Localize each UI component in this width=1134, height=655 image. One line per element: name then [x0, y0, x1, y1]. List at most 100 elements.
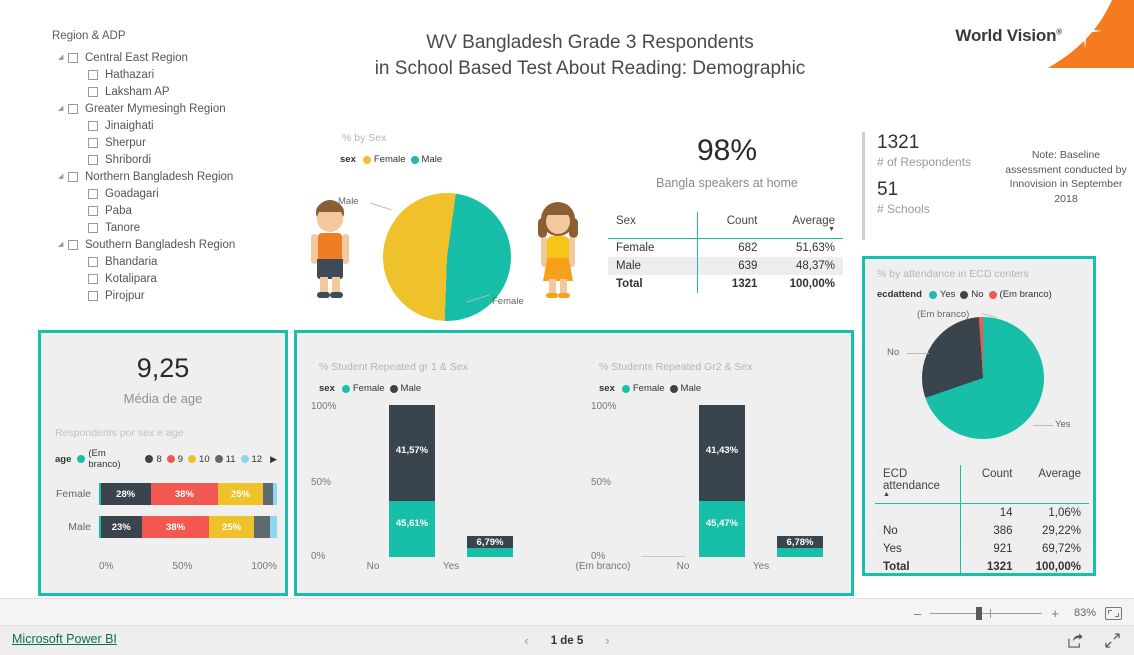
- slicer-checkbox[interactable]: [88, 205, 98, 216]
- slicer-checkbox[interactable]: [88, 273, 98, 284]
- legend-item-yes[interactable]: Yes: [928, 289, 955, 300]
- age-legend-item-10[interactable]: 10: [188, 454, 210, 465]
- fullscreen-icon[interactable]: [1105, 633, 1120, 648]
- age-bar-segment[interactable]: 38%: [141, 516, 210, 538]
- gr1-bar-no[interactable]: 41,57% 45,61%: [389, 405, 435, 557]
- slicer-checkbox[interactable]: [88, 69, 98, 80]
- age-legend-item-12[interactable]: 12: [240, 454, 262, 465]
- slicer-checkbox[interactable]: [68, 52, 78, 63]
- gr2-bar-no-male[interactable]: 41,43%: [699, 405, 745, 502]
- gr1-legend[interactable]: sex Female Male: [319, 383, 421, 394]
- slicer-node-jinaighati[interactable]: Jinaighati: [52, 117, 292, 134]
- zoom-slider-thumb[interactable]: [976, 606, 983, 620]
- slicer-node-sherpur[interactable]: Sherpur: [52, 134, 292, 151]
- age-legend-wrap[interactable]: age (Em branco) 8 9 10 11 12 ▶: [55, 448, 277, 470]
- sex-table-col-sex[interactable]: Sex: [608, 212, 698, 239]
- gr1-bar-yes-male[interactable]: 6,79%: [467, 536, 513, 548]
- legend-item-male[interactable]: Male: [410, 154, 442, 165]
- slicer-checkbox[interactable]: [88, 222, 98, 233]
- sex-table[interactable]: Sex Count Average ▼ Female 682 51,63% Male 6…: [608, 212, 843, 293]
- ecd-table[interactable]: ECD attendance ▲ Count Average 14 1,06% No…: [875, 465, 1089, 576]
- gr1-legend-item-male[interactable]: Male: [389, 383, 421, 394]
- age-bar-row[interactable]: Female 28% 38% 25%: [55, 483, 277, 505]
- prev-page-icon[interactable]: ‹: [524, 633, 528, 648]
- slicer-checkbox[interactable]: [88, 86, 98, 97]
- slicer-node-southern-bangladesh-region[interactable]: ◢ Southern Bangladesh Region: [52, 236, 292, 253]
- age-bar-segment[interactable]: 25%: [209, 516, 254, 538]
- slicer-node-kotalipara[interactable]: Kotalipara: [52, 270, 292, 287]
- slicer-node-northern-bangladesh-region[interactable]: ◢ Northern Bangladesh Region: [52, 168, 292, 185]
- age-bar-segment[interactable]: [273, 483, 277, 505]
- table-row[interactable]: Yes 921 69,72%: [875, 540, 1089, 558]
- gr2-legend[interactable]: sex Female Male: [599, 383, 701, 394]
- slicer-node-bhandaria[interactable]: Bhandaria: [52, 253, 292, 270]
- age-legend-item-11[interactable]: 11: [214, 454, 236, 465]
- zoom-out-button[interactable]: –: [914, 606, 921, 621]
- slicer-node-shribordi[interactable]: Shribordi: [52, 151, 292, 168]
- ecd-table-col-count[interactable]: Count: [960, 465, 1021, 504]
- region-adp-slicer[interactable]: Region & ADP ◢ Central East Region Hathaza…: [52, 30, 292, 304]
- gr1-bar-yes-female[interactable]: [467, 547, 513, 557]
- age-legend-items[interactable]: (Em branco) 8 9 10 11 12: [77, 448, 262, 470]
- age-bar-segment[interactable]: 28%: [100, 483, 151, 505]
- expand-caret-icon[interactable]: ◢: [58, 54, 68, 61]
- share-icon[interactable]: [1068, 633, 1083, 648]
- age-bar-segment[interactable]: 25%: [218, 483, 263, 505]
- slicer-checkbox[interactable]: [68, 103, 78, 114]
- gr2-bar-no[interactable]: 41,43% 45,47%: [699, 405, 745, 557]
- slicer-node-central-east-region[interactable]: ◢ Central East Region: [52, 49, 292, 66]
- fit-to-page-icon[interactable]: [1105, 606, 1122, 620]
- gr2-legend-item-male[interactable]: Male: [669, 383, 701, 394]
- next-page-icon[interactable]: ›: [605, 633, 609, 648]
- legend-item-no[interactable]: No: [960, 289, 984, 300]
- legend-item-female[interactable]: Female: [362, 154, 406, 165]
- ecd-table-col-average[interactable]: Average: [1020, 465, 1089, 504]
- age-bar-row[interactable]: Male 23% 38% 25%: [55, 516, 277, 538]
- age-legend-item-8[interactable]: 8: [145, 454, 162, 465]
- table-row[interactable]: Female 682 51,63%: [608, 238, 843, 257]
- sex-table-col-average[interactable]: Average ▼: [765, 212, 843, 239]
- age-bar-segment[interactable]: 23%: [100, 516, 142, 538]
- slicer-checkbox[interactable]: [68, 171, 78, 182]
- table-row[interactable]: Male 639 48,37%: [608, 257, 843, 275]
- gr2-legend-item-female[interactable]: Female: [621, 383, 665, 394]
- age-bar-segment[interactable]: 38%: [150, 483, 219, 505]
- sex-legend[interactable]: sex Female Male: [340, 154, 442, 165]
- age-bar-segment[interactable]: [262, 483, 274, 505]
- sex-table-col-count[interactable]: Count: [696, 212, 766, 239]
- ecd-pie-chart[interactable]: [922, 317, 1044, 439]
- gr1-legend-item-female[interactable]: Female: [341, 383, 385, 394]
- gr1-bar-no-female[interactable]: 45,61%: [389, 501, 435, 557]
- gr2-bar-yes[interactable]: 6,78%: [777, 405, 823, 557]
- gr2-bar-no-female[interactable]: 45,47%: [699, 501, 745, 557]
- gr2-bar-yes-male[interactable]: 6,78%: [777, 536, 823, 548]
- slicer-tree[interactable]: ◢ Central East Region Hathazari Laksham AP ◢…: [52, 49, 292, 304]
- slicer-node-hathazari[interactable]: Hathazari: [52, 66, 292, 83]
- age-bar-segment[interactable]: [253, 516, 270, 538]
- zoom-slider[interactable]: [930, 606, 1043, 620]
- slicer-checkbox[interactable]: [88, 120, 98, 131]
- legend-item-blank[interactable]: (Em branco): [988, 289, 1052, 300]
- table-row[interactable]: 14 1,06%: [875, 503, 1089, 522]
- slicer-checkbox[interactable]: [88, 154, 98, 165]
- slicer-node-paba[interactable]: Paba: [52, 202, 292, 219]
- ecd-table-col-attendance[interactable]: ECD attendance ▲: [875, 465, 961, 504]
- gr1-bar-no-male[interactable]: 41,57%: [389, 405, 435, 502]
- slicer-node-pirojpur[interactable]: Pirojpur: [52, 287, 292, 304]
- gr2-bar-yes-female[interactable]: [777, 547, 823, 557]
- legend-next-icon[interactable]: ▶: [270, 454, 277, 465]
- table-row[interactable]: No 386 29,22%: [875, 522, 1089, 540]
- age-legend[interactable]: age (Em branco) 8 9 10 11 12 ▶: [55, 448, 277, 470]
- slicer-checkbox[interactable]: [68, 239, 78, 250]
- slicer-node-laksham-ap[interactable]: Laksham AP: [52, 83, 292, 100]
- slicer-node-greater-mymesingh-region[interactable]: ◢ Greater Mymesingh Region: [52, 100, 292, 117]
- expand-caret-icon[interactable]: ◢: [58, 241, 68, 248]
- ecd-legend[interactable]: ecdattend Yes No (Em branco): [877, 289, 1052, 300]
- expand-caret-icon[interactable]: ◢: [58, 105, 68, 112]
- gr1-bar-yes[interactable]: 6,79%: [467, 405, 513, 557]
- slicer-node-tanore[interactable]: Tanore: [52, 219, 292, 236]
- slicer-checkbox[interactable]: [88, 256, 98, 267]
- gr2-bar-blank[interactable]: [641, 556, 685, 557]
- slicer-node-goadagari[interactable]: Goadagari: [52, 185, 292, 202]
- age-legend-item-9[interactable]: 9: [166, 454, 183, 465]
